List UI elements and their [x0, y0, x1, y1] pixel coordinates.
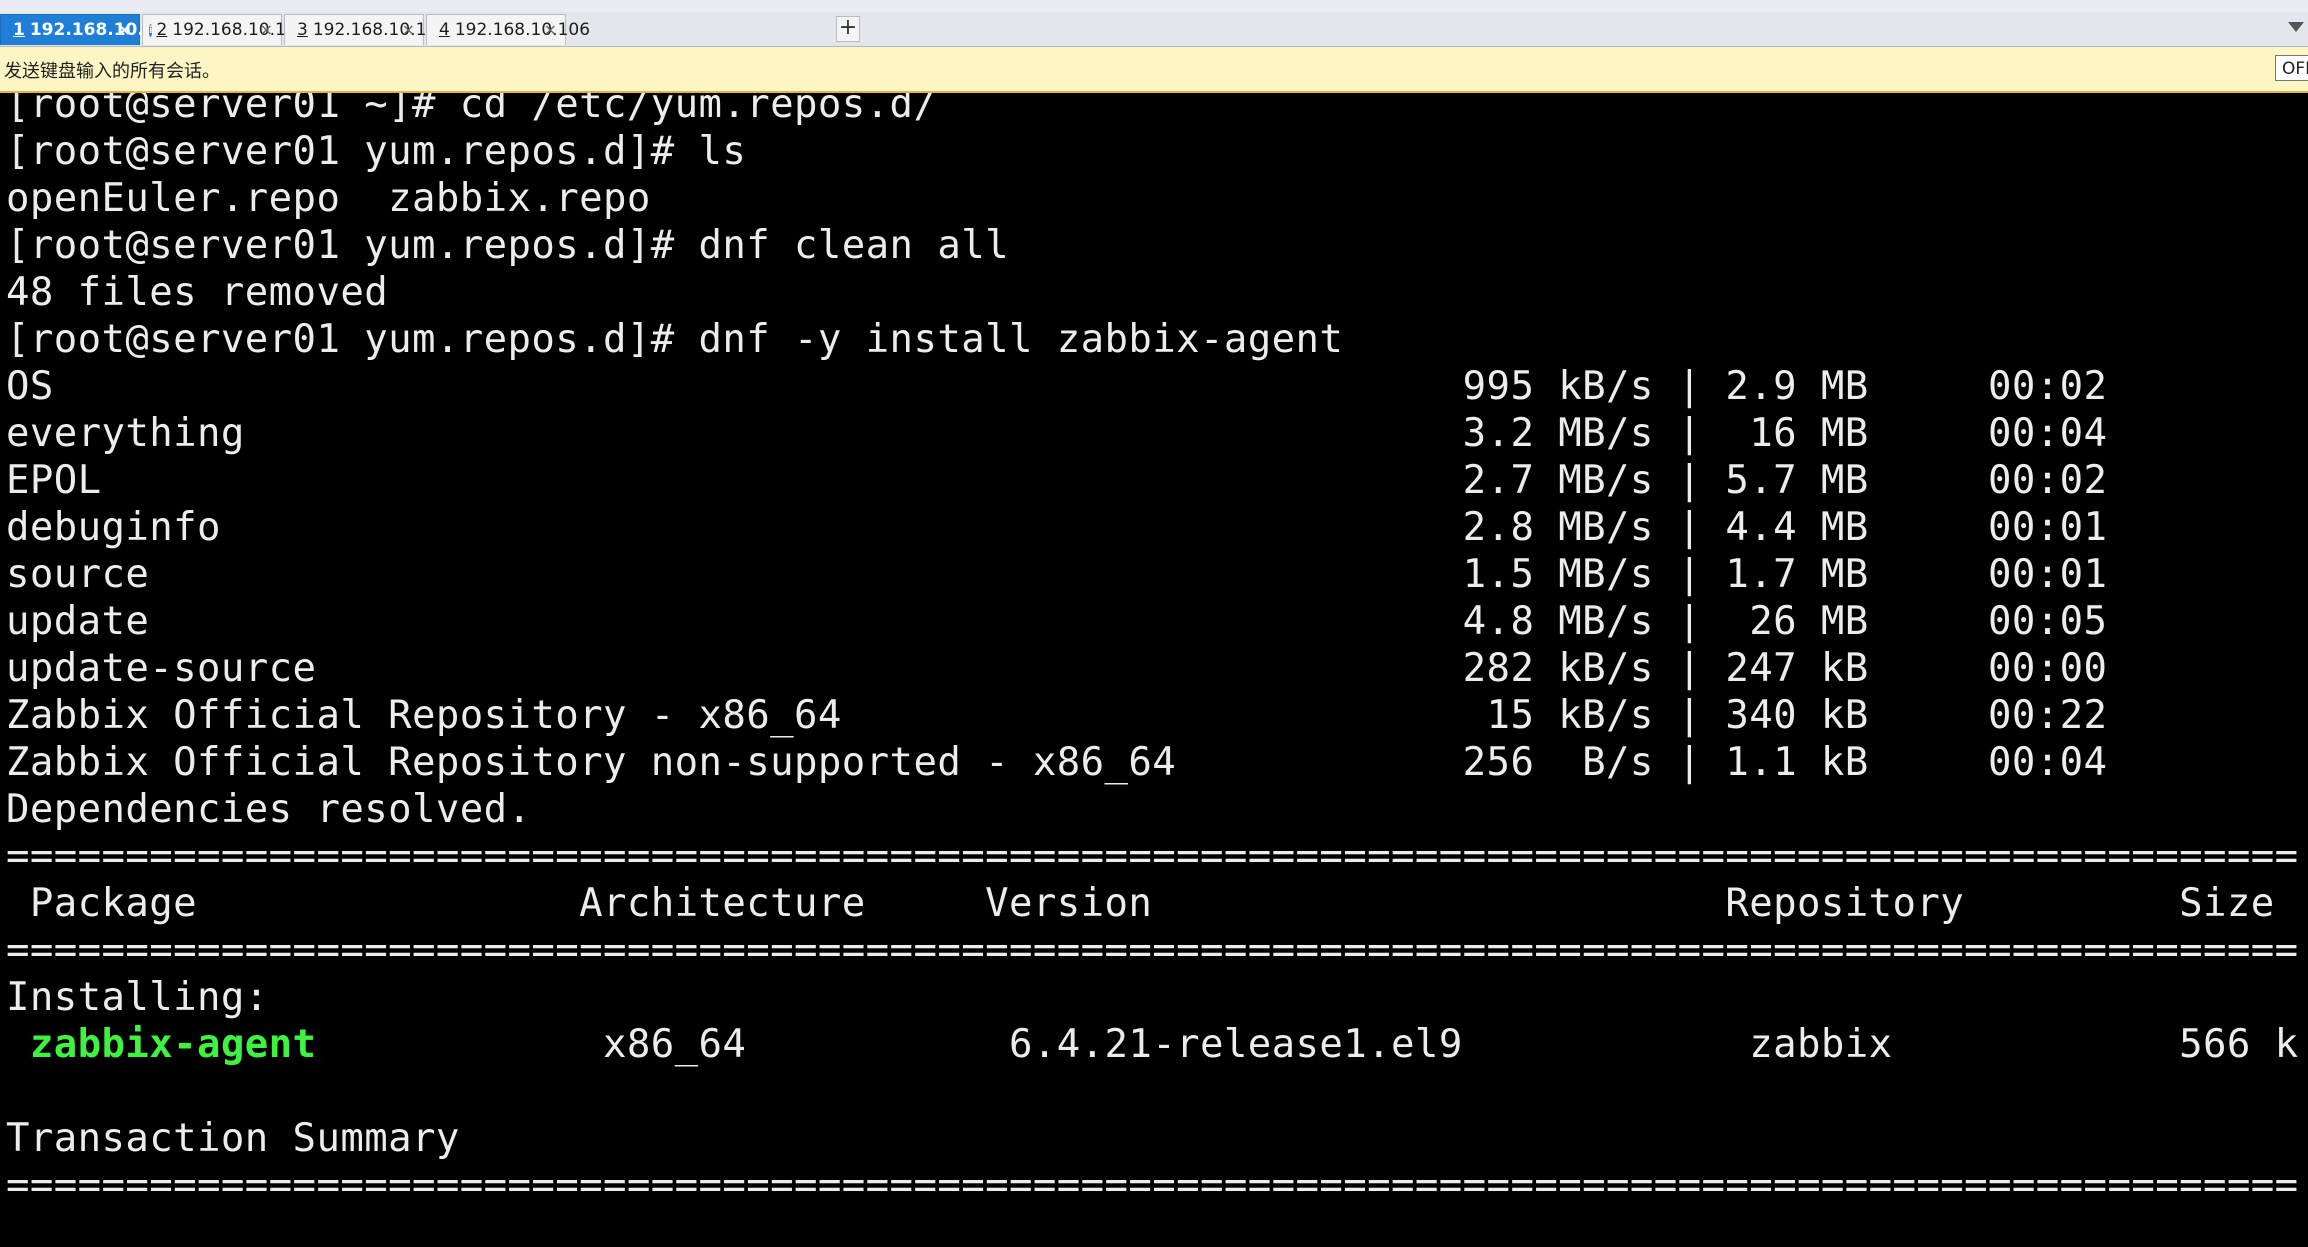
terminal-line: source 1.5 MB/s | 1.7 MB 00:01 — [6, 552, 2108, 597]
terminal-line: [root@server01 yum.repos.d]# ls — [6, 129, 747, 174]
close-icon[interactable]: × — [118, 20, 131, 39]
terminal-line: openEuler.repo zabbix.repo — [6, 176, 651, 221]
info-status-icon: i — [149, 23, 153, 37]
terminal-line: Zabbix Official Repository non-supported… — [6, 740, 2108, 785]
terminal-line: Zabbix Official Repository - x86_64 15 k… — [6, 693, 2108, 738]
tab-session-3[interactable]: 3 192.168.10.105 × — [284, 14, 448, 45]
add-tab-button[interactable]: + — [836, 16, 860, 42]
package-name: zabbix-agent — [6, 1022, 317, 1067]
terminal-line: OS 995 kB/s | 2.9 MB 00:02 — [6, 364, 2108, 409]
terminal-line: [root@server01 ~]# cd /etc/yum.repos.d/ — [6, 93, 938, 127]
install-package-row: zabbix-agent x86_64 6.4.21-release1.el9 … — [6, 1021, 2299, 1068]
tab-number: 1 — [13, 20, 25, 40]
terminal-line: EPOL 2.7 MB/s | 5.7 MB 00:02 — [6, 458, 2108, 503]
close-icon[interactable]: × — [260, 20, 273, 39]
terminal-line: Installing: — [6, 975, 269, 1020]
terminal-separator: ========================================… — [6, 834, 2299, 879]
broadcast-input-bar: 发送键盘输入的所有会话。 OFF — [0, 47, 2308, 93]
terminal-separator: ========================================… — [6, 928, 2299, 973]
terminal-line: [root@server01 yum.repos.d]# dnf -y inst… — [6, 317, 1344, 362]
tab-number: 2 — [156, 20, 168, 40]
session-tab-bar: 1 192.168.10.101 × i 2 192.168.10.102 × … — [0, 12, 2308, 47]
tab-label: 192.168.10.106 — [454, 20, 591, 40]
terminal-line: [root@server01 yum.repos.d]# dnf clean a… — [6, 223, 1009, 268]
terminal-line: Transaction Summary — [6, 1116, 460, 1161]
terminal-line: update 4.8 MB/s | 26 MB 00:05 — [6, 599, 2108, 644]
close-icon[interactable]: × — [544, 20, 557, 39]
terminal-output[interactable]: [root@server01 ~]# cd /etc/yum.repos.d/ … — [0, 93, 2308, 1247]
terminal-line: Dependencies resolved. — [6, 787, 532, 832]
row-padding — [316, 1022, 603, 1067]
broadcast-toggle-button[interactable]: OFF — [2275, 55, 2308, 81]
tab-number: 4 — [439, 20, 450, 40]
terminal-separator: ========================================… — [6, 1163, 2299, 1208]
table-header: Package Architecture Version Repository … — [6, 881, 2275, 926]
close-icon[interactable]: × — [402, 20, 415, 39]
broadcast-label: 发送键盘输入的所有会话。 — [4, 61, 220, 82]
tab-number: 3 — [297, 20, 308, 40]
terminal-line: 48 files removed — [6, 270, 389, 315]
tab-session-4[interactable]: 4 192.168.10.106 × — [426, 14, 590, 45]
terminal-line: everything 3.2 MB/s | 16 MB 00:04 — [6, 411, 2108, 456]
terminal-line: debuginfo 2.8 MB/s | 4.4 MB 00:01 — [6, 505, 2108, 550]
tab-list-dropdown-icon[interactable] — [2288, 22, 2304, 32]
terminal-line: update-source 282 kB/s | 247 kB 00:00 — [6, 646, 2108, 691]
tab-session-1[interactable]: 1 192.168.10.101 × — [0, 14, 179, 45]
tab-session-2[interactable]: i 2 192.168.10.102 × — [142, 14, 307, 45]
package-details: x86_64 6.4.21-release1.el9 zabbix 566 k — [603, 1022, 2299, 1067]
